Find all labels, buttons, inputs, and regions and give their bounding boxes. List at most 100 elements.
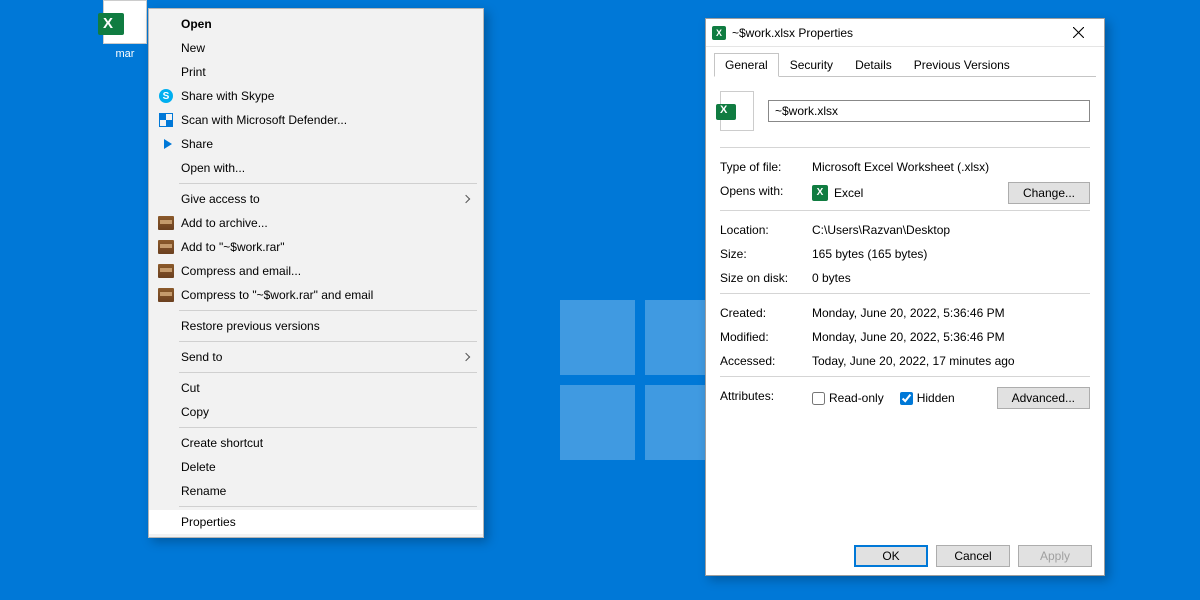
attributes-label: Attributes: <box>720 387 812 409</box>
created-value: Monday, June 20, 2022, 5:36:46 PM <box>812 304 1090 322</box>
context-item-print[interactable]: Print <box>149 60 483 84</box>
readonly-checkbox-input[interactable] <box>812 392 825 405</box>
context-item-label: Create shortcut <box>177 436 475 450</box>
context-item-label: Add to archive... <box>177 216 475 230</box>
titlebar[interactable]: X ~$work.xlsx Properties <box>706 19 1104 47</box>
winrar-icon <box>158 288 174 302</box>
defender-shield-icon <box>159 113 173 127</box>
context-item-label: Print <box>177 65 475 79</box>
readonly-checkbox[interactable]: Read-only <box>812 389 884 407</box>
context-item-label: Add to "~$work.rar" <box>177 240 475 254</box>
hidden-checkbox-label: Hidden <box>917 389 955 407</box>
context-item-create-shortcut[interactable]: Create shortcut <box>149 431 483 455</box>
hidden-checkbox-input[interactable] <box>900 392 913 405</box>
winrar-icon <box>158 264 174 278</box>
close-button[interactable] <box>1058 19 1098 47</box>
context-item-label: Restore previous versions <box>177 319 475 333</box>
context-item-restore-previous-versions[interactable]: Restore previous versions <box>149 314 483 338</box>
filename-input[interactable] <box>768 100 1090 122</box>
excel-icon: X <box>712 26 726 40</box>
context-separator <box>179 506 477 507</box>
context-item-label: Scan with Microsoft Defender... <box>177 113 475 127</box>
context-menu: Open New Print S Share with Skype Scan with M… <box>148 8 484 538</box>
context-item-label: Cut <box>177 381 475 395</box>
modified-label: Modified: <box>720 328 812 346</box>
desktop-file-label: mar <box>95 48 155 60</box>
context-item-add-to-archive[interactable]: Add to archive... <box>149 211 483 235</box>
modified-value: Monday, June 20, 2022, 5:36:46 PM <box>812 328 1090 346</box>
general-panel: Type of file: Microsoft Excel Worksheet … <box>706 77 1104 537</box>
context-item-open[interactable]: Open <box>149 12 483 36</box>
context-item-add-to-work-rar[interactable]: Add to "~$work.rar" <box>149 235 483 259</box>
readonly-checkbox-label: Read-only <box>829 389 884 407</box>
context-item-label: Give access to <box>177 192 463 206</box>
context-item-label: Share <box>177 137 475 151</box>
chevron-right-icon <box>462 195 470 203</box>
created-label: Created: <box>720 304 812 322</box>
type-label: Type of file: <box>720 158 812 176</box>
desktop-file-icon[interactable]: mar <box>95 0 155 60</box>
size-label: Size: <box>720 245 812 263</box>
context-item-cut[interactable]: Cut <box>149 376 483 400</box>
size-on-disk-value: 0 bytes <box>812 269 1090 287</box>
winrar-icon <box>158 216 174 230</box>
tabs: GeneralSecurityDetailsPrevious Versions <box>714 53 1096 77</box>
context-item-share-with-skype[interactable]: S Share with Skype <box>149 84 483 108</box>
context-item-label: Send to <box>177 350 463 364</box>
winrar-icon <box>158 240 174 254</box>
context-item-label: Open with... <box>177 161 475 175</box>
properties-dialog: X ~$work.xlsx Properties GeneralSecurity… <box>705 18 1105 576</box>
context-separator <box>179 372 477 373</box>
context-item-label: Copy <box>177 405 475 419</box>
accessed-label: Accessed: <box>720 352 812 370</box>
file-type-icon <box>720 91 754 131</box>
context-item-label: New <box>177 41 475 55</box>
location-label: Location: <box>720 221 812 239</box>
location-value: C:\Users\Razvan\Desktop <box>812 221 1090 239</box>
context-item-open-with[interactable]: Open with... <box>149 156 483 180</box>
context-item-compress-to-work-rar-and-email[interactable]: Compress to "~$work.rar" and email <box>149 283 483 307</box>
context-item-properties[interactable]: Properties <box>149 510 483 534</box>
type-value: Microsoft Excel Worksheet (.xlsx) <box>812 158 1090 176</box>
opens-with-value: Excel <box>834 184 863 202</box>
context-item-send-to[interactable]: Send to <box>149 345 483 369</box>
context-separator <box>179 310 477 311</box>
skype-icon: S <box>159 89 173 103</box>
context-item-label: Open <box>177 17 475 31</box>
chevron-right-icon <box>462 353 470 361</box>
context-separator <box>179 183 477 184</box>
ok-button[interactable]: OK <box>854 545 928 567</box>
context-item-label: Delete <box>177 460 475 474</box>
advanced-button[interactable]: Advanced... <box>997 387 1090 409</box>
tab-general[interactable]: General <box>714 53 779 77</box>
context-item-label: Compress and email... <box>177 264 475 278</box>
context-item-share[interactable]: Share <box>149 132 483 156</box>
context-item-label: Compress to "~$work.rar" and email <box>177 288 475 302</box>
accessed-value: Today, June 20, 2022, 17 minutes ago <box>812 352 1090 370</box>
size-value: 165 bytes (165 bytes) <box>812 245 1090 263</box>
cancel-button[interactable]: Cancel <box>936 545 1010 567</box>
context-item-scan-with-microsoft-defender[interactable]: Scan with Microsoft Defender... <box>149 108 483 132</box>
context-item-compress-and-email[interactable]: Compress and email... <box>149 259 483 283</box>
opens-with-label: Opens with: <box>720 182 812 204</box>
context-item-label: Rename <box>177 484 475 498</box>
context-item-give-access-to[interactable]: Give access to <box>149 187 483 211</box>
change-button[interactable]: Change... <box>1008 182 1090 204</box>
context-separator <box>179 341 477 342</box>
tab-previous-versions[interactable]: Previous Versions <box>903 53 1021 77</box>
apply-button[interactable]: Apply <box>1018 545 1092 567</box>
window-title: ~$work.xlsx Properties <box>732 26 1052 40</box>
size-on-disk-label: Size on disk: <box>720 269 812 287</box>
excel-icon: X <box>812 185 828 201</box>
tab-security[interactable]: Security <box>779 53 844 77</box>
tab-details[interactable]: Details <box>844 53 903 77</box>
context-item-delete[interactable]: Delete <box>149 455 483 479</box>
windows-logo-wallpaper <box>560 300 720 460</box>
excel-icon <box>103 0 147 44</box>
context-item-new[interactable]: New <box>149 36 483 60</box>
close-icon <box>1073 27 1084 38</box>
hidden-checkbox[interactable]: Hidden <box>900 389 955 407</box>
context-item-label: Share with Skype <box>177 89 475 103</box>
context-item-copy[interactable]: Copy <box>149 400 483 424</box>
context-item-rename[interactable]: Rename <box>149 479 483 503</box>
